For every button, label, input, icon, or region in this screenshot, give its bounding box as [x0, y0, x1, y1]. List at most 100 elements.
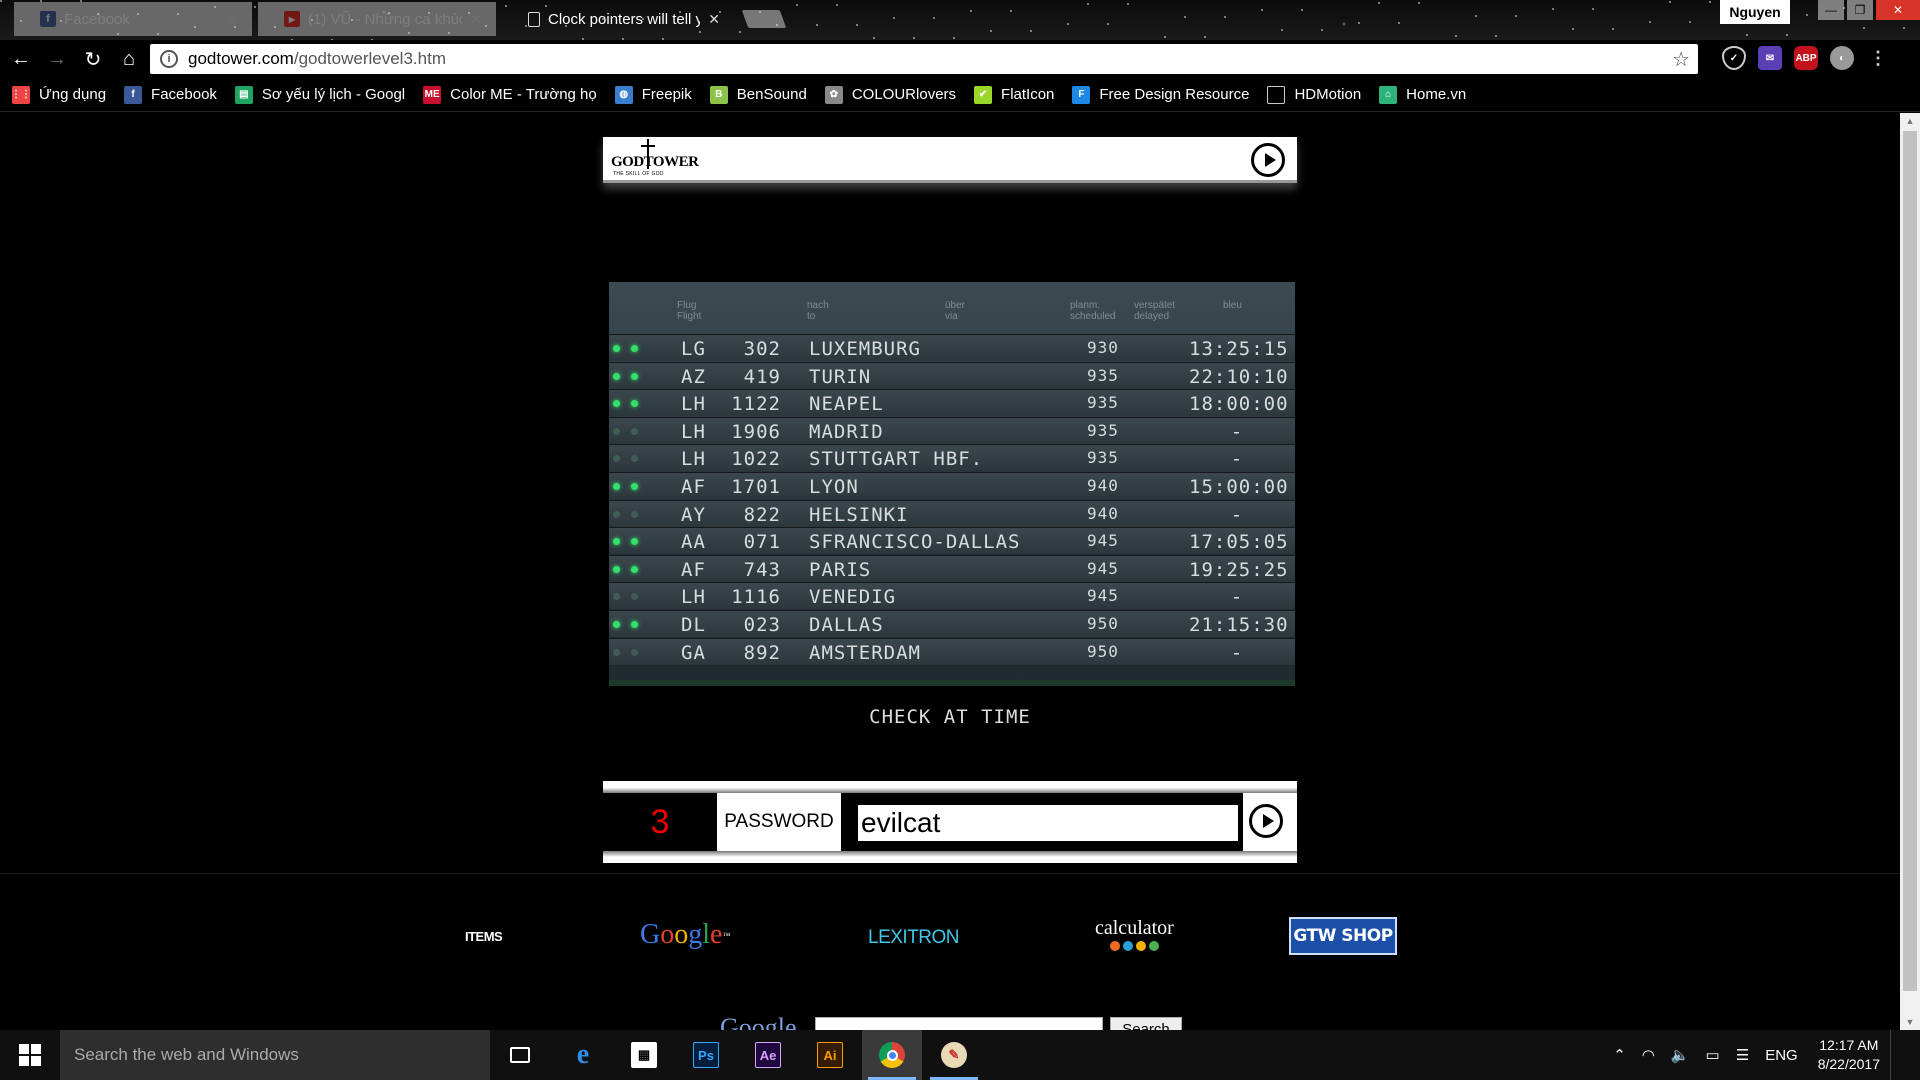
- profile-button[interactable]: Nguyen: [1720, 0, 1790, 24]
- flight-row: AF 743 PARIS 945 19:25:25: [609, 554, 1295, 582]
- scroll-up-arrow[interactable]: ▲: [1900, 113, 1920, 129]
- clock-date: 8/22/2017: [1817, 1056, 1880, 1072]
- bookmark-home-vn[interactable]: ⌂ Home.vn: [1379, 85, 1466, 104]
- bookmark-bensound[interactable]: B BenSound: [709, 85, 807, 104]
- bookmark-hdmotion[interactable]: HDMotion: [1267, 85, 1361, 104]
- system-tray: ⌃ ◠ 🔈 ▭ ☰ ENG 12:17 AM 8/22/2017: [1605, 1030, 1920, 1080]
- password-bar-top-edge: [603, 781, 1297, 793]
- board-header: über via: [945, 300, 966, 322]
- freepik-icon: ◍: [614, 85, 633, 104]
- status-light: [631, 593, 638, 601]
- tab-youtube[interactable]: ▶ (1) VŨ - Những ca khúc ✕: [258, 2, 496, 36]
- bookmark-facebook[interactable]: f Facebook: [124, 85, 217, 104]
- bookmark-ng-d-ng[interactable]: ⋮⋮ Ứng dụng: [11, 85, 106, 104]
- flight-row: DL 023 DALLAS 950 21:15:30: [609, 610, 1295, 637]
- minimize-button[interactable]: —: [1818, 0, 1844, 20]
- task-view-button[interactable]: [490, 1030, 550, 1080]
- google-search-button[interactable]: Search: [1110, 1017, 1182, 1030]
- items-link[interactable]: ITEMS: [465, 929, 503, 944]
- info-icon[interactable]: i: [160, 50, 178, 68]
- flight-time: -: [1230, 420, 1244, 443]
- home-button[interactable]: ⌂: [114, 44, 144, 74]
- scrollbar-thumb[interactable]: [1903, 131, 1917, 991]
- photoshop-icon: Ps: [693, 1042, 719, 1068]
- bookmark-colourlovers[interactable]: ✿ COLOURlovers: [824, 85, 956, 104]
- close-tab-icon[interactable]: ✕: [226, 11, 238, 28]
- start-button[interactable]: [0, 1030, 60, 1080]
- google-link[interactable]: Go o g l e ™: [640, 919, 730, 951]
- chrome-icon: [879, 1042, 905, 1068]
- close-window-button[interactable]: ✕: [1876, 0, 1920, 20]
- calculator-dots-icon: [1109, 941, 1159, 951]
- taskbar-after-effects[interactable]: Ae: [738, 1030, 798, 1080]
- status-light: [613, 400, 620, 408]
- close-tab-icon[interactable]: ✕: [470, 11, 482, 28]
- flight-flight: 071: [743, 531, 781, 554]
- password-input[interactable]: [858, 805, 1238, 841]
- submit-password-button[interactable]: [1249, 804, 1283, 838]
- flight-sched: 940: [1087, 503, 1119, 523]
- reload-button[interactable]: ↻: [78, 44, 108, 74]
- battery-icon[interactable]: ▭: [1706, 1046, 1720, 1064]
- flight-sched: 945: [1087, 558, 1119, 578]
- taskbar-store[interactable]: ▦: [614, 1030, 674, 1080]
- tab-clock-pointers[interactable]: Clock pointers will tell yo ✕: [502, 2, 734, 36]
- status-light: [631, 648, 638, 656]
- close-tab-icon[interactable]: ✕: [708, 11, 720, 28]
- page-icon: [1267, 85, 1286, 104]
- flight-row: LH 1022 STUTTGART HBF. 935 -: [609, 444, 1295, 472]
- volume-icon[interactable]: 🔈: [1671, 1046, 1690, 1064]
- back-button[interactable]: ←: [6, 44, 36, 74]
- taskbar-paint[interactable]: ✎: [924, 1030, 984, 1080]
- flight-dest: LUXEMBURG: [809, 338, 921, 360]
- show-hidden-icons-chevron[interactable]: ⌃: [1613, 1046, 1626, 1064]
- godtower-logo[interactable]: GODTOWER THE SKILL OF GOD: [609, 139, 699, 179]
- new-tab-button[interactable]: [741, 10, 787, 28]
- extension-purple-icon[interactable]: ✉: [1758, 46, 1782, 70]
- wifi-icon[interactable]: ◠: [1642, 1046, 1655, 1064]
- taskbar-illustrator[interactable]: Ai: [800, 1030, 860, 1080]
- taskbar-chrome[interactable]: [862, 1030, 922, 1080]
- google-search-input[interactable]: [815, 1017, 1103, 1030]
- flight-dest: NEAPEL: [809, 393, 884, 416]
- address-bar[interactable]: i godtower.com/godtowerlevel3.htm ☆: [150, 44, 1698, 74]
- windows-logo-icon: [19, 1044, 41, 1066]
- adblock-plus-icon[interactable]: ABP: [1794, 46, 1818, 70]
- tab-facebook[interactable]: f Facebook ✕: [14, 2, 252, 36]
- extension-gray-icon[interactable]: ◐: [1830, 46, 1854, 70]
- bookmark-label: BenSound: [736, 86, 807, 103]
- bookmark-star-icon[interactable]: ☆: [1672, 47, 1690, 72]
- show-desktop-button[interactable]: [1890, 1030, 1920, 1080]
- scroll-down-arrow[interactable]: ▼: [1900, 1014, 1920, 1030]
- lexitron-link[interactable]: LEXITRON: [868, 927, 960, 949]
- header-play-button[interactable]: [1251, 143, 1285, 177]
- facebook-icon: f: [40, 11, 56, 27]
- action-center-icon[interactable]: ☰: [1736, 1046, 1749, 1064]
- taskbar-search-box[interactable]: Search the web and Windows: [60, 1030, 490, 1080]
- status-light: [631, 455, 638, 463]
- bookmark-s-y-u-l-l-ch-googl[interactable]: ▤ Sơ yếu lý lịch - Googl: [234, 85, 405, 104]
- flight-airline: AF: [681, 558, 706, 581]
- gtw-shop-button[interactable]: GTW SHOP: [1289, 917, 1397, 955]
- bookmark-color-me-tr-ng-h[interactable]: ME Color ME - Trường họ: [423, 85, 597, 104]
- bookmark-free-design-resource[interactable]: F Free Design Resource: [1072, 85, 1249, 104]
- page-scrollbar[interactable]: ▲ ▼: [1900, 113, 1920, 1030]
- tab-title: Clock pointers will tell yo: [548, 10, 701, 28]
- taskbar-clock[interactable]: 12:17 AM 8/22/2017: [1818, 1036, 1880, 1074]
- bookmark-freepik[interactable]: ◍ Freepik: [614, 85, 692, 104]
- flight-time: -: [1230, 586, 1244, 609]
- bookmark-flaticon[interactable]: ✔ FlatIcon: [974, 85, 1054, 104]
- flight-time: 19:25:25: [1189, 558, 1289, 581]
- shield-icon[interactable]: ✓: [1722, 46, 1746, 70]
- flight-dest: AMSTERDAM: [809, 641, 921, 664]
- forward-button[interactable]: →: [42, 44, 72, 74]
- restore-button[interactable]: ❐: [1847, 0, 1873, 20]
- taskbar-edge[interactable]: e: [553, 1030, 613, 1080]
- url-path: /godtowerlevel3.htm: [293, 49, 446, 68]
- flight-sched: 935: [1087, 448, 1119, 468]
- language-indicator[interactable]: ENG: [1765, 1047, 1798, 1064]
- status-light: [631, 400, 638, 408]
- calculator-link[interactable]: calculator: [1095, 917, 1174, 951]
- taskbar-photoshop[interactable]: Ps: [676, 1030, 736, 1080]
- menu-icon[interactable]: ⋮: [1866, 46, 1890, 70]
